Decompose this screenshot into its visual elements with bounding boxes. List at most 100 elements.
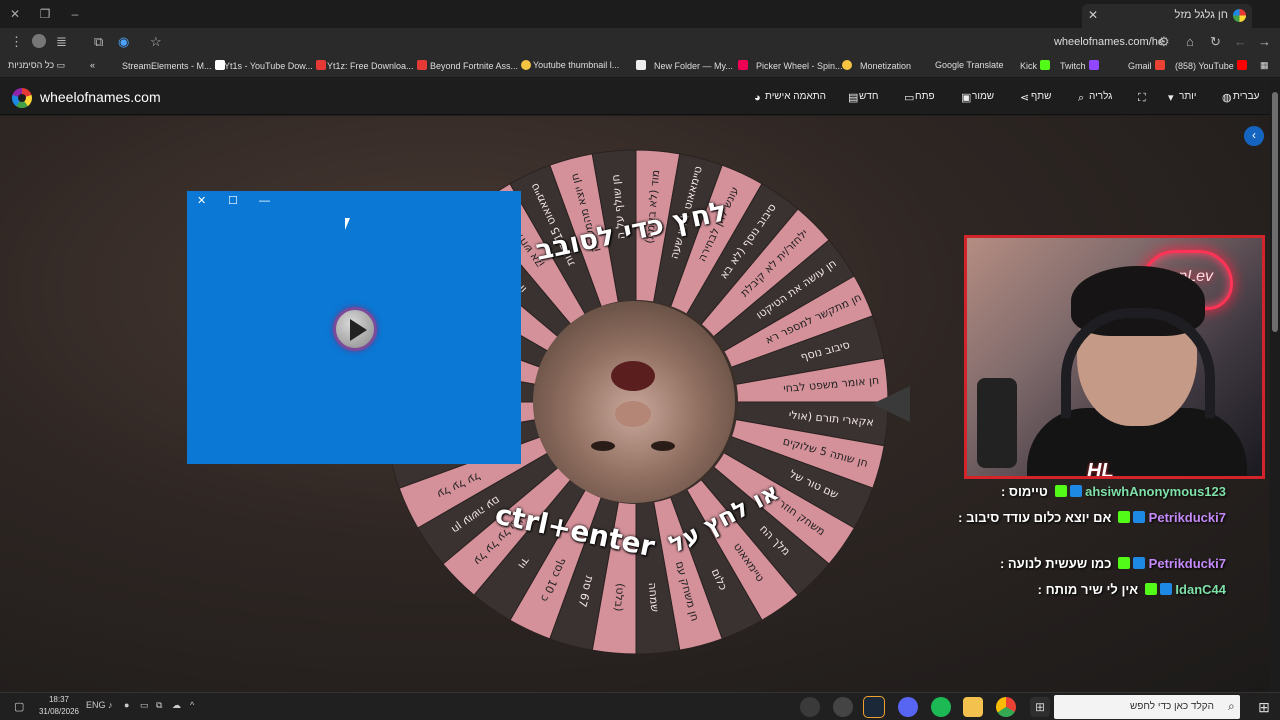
url-field[interactable]: wheelofnames.com/he xyxy=(124,32,1184,52)
nav-open-label: פתח xyxy=(915,91,935,102)
show-hidden-icons[interactable]: ^ xyxy=(190,700,194,710)
bookmark-label: (858) YouTube xyxy=(1175,61,1234,71)
chat-text: אם יוצא כלום עודד סיבוב xyxy=(966,510,1112,525)
chat-text: טיימוס xyxy=(1008,484,1048,499)
bookmark-item[interactable]: StreamElements - M... xyxy=(122,60,225,71)
bookmark-label: Beyond Fortnite Ass... xyxy=(430,61,519,71)
reload-icon[interactable]: ↻ xyxy=(1210,34,1221,50)
bookmark-item[interactable]: Kick xyxy=(1020,60,1051,71)
chat-user: ahsiwhAnonymous123 xyxy=(1085,484,1226,499)
tab-close-icon[interactable]: ✕ xyxy=(1088,4,1098,26)
wheel-center-image[interactable] xyxy=(533,301,735,503)
steam-icon[interactable] xyxy=(863,696,885,718)
nav-new[interactable]: ▤חדש xyxy=(842,91,878,104)
bookmarks-overflow-icon[interactable]: « xyxy=(90,60,95,70)
back-icon[interactable]: → xyxy=(1258,34,1271,50)
nav-share[interactable]: ⋖ שתף xyxy=(1014,91,1051,104)
windows-start-icon[interactable]: ⊞ xyxy=(1254,697,1274,717)
face-eye xyxy=(651,441,675,451)
site-logo[interactable]: wheelofnames.com xyxy=(40,89,161,105)
popup-window[interactable]: ✕ ☐ — xyxy=(187,191,521,464)
popup-maximize-icon[interactable]: ☐ xyxy=(228,195,238,207)
nav-save[interactable]: ▣שמור xyxy=(955,91,994,104)
popup-minimize-icon[interactable]: — xyxy=(259,195,270,207)
tab-title: חן גלגל מזל xyxy=(1174,9,1228,21)
microphone xyxy=(977,378,1017,468)
download-icon xyxy=(315,60,326,70)
kick-icon xyxy=(1144,583,1157,595)
volume-icon[interactable]: ♪ xyxy=(108,700,113,710)
badge-icon xyxy=(1159,583,1172,595)
language-indicator[interactable]: ENG xyxy=(86,700,106,710)
play-icon[interactable] xyxy=(333,307,377,351)
obs-icon[interactable] xyxy=(833,697,853,717)
bookmark-item[interactable]: New Folder — My... xyxy=(636,60,733,71)
window-minimize-icon[interactable]: – xyxy=(66,5,84,23)
profile-avatar-icon[interactable] xyxy=(32,34,46,48)
microphone-icon[interactable]: ● xyxy=(124,700,129,710)
bookmark-item[interactable]: (858) YouTube xyxy=(1175,60,1247,71)
site-header: wheelofnames.com ◕ התאמה אישית ▤חדש ▭פתח … xyxy=(0,80,1280,115)
bookmark-item[interactable]: Gmail xyxy=(1128,60,1165,71)
forward-icon[interactable]: ← xyxy=(1234,34,1247,50)
kick-icon xyxy=(1040,60,1051,70)
task-view-icon[interactable]: ⊞ xyxy=(1030,697,1050,717)
wheel-logo-icon[interactable] xyxy=(12,88,32,108)
bookmark-item[interactable]: Twitch xyxy=(1060,60,1099,71)
bookmark-label: Youtube thumbnail l... xyxy=(533,60,620,70)
bookmark-item[interactable]: Google Translate xyxy=(935,60,1004,70)
window-maximize-icon[interactable]: ❐ xyxy=(36,5,54,23)
browser-tab[interactable]: ✕ חן גלגל מזל xyxy=(1082,4,1252,28)
collapse-panel-button[interactable]: ‹ xyxy=(1244,126,1264,146)
bookmark-item[interactable]: Yt1s - YouTube Dow... xyxy=(224,60,326,71)
nav-share-label: שתף xyxy=(1031,91,1052,102)
nav-customize[interactable]: ◕ התאמה אישית xyxy=(748,91,826,104)
window-close-icon[interactable]: ✕ xyxy=(6,5,24,23)
nav-language[interactable]: ◍עברית xyxy=(1216,91,1259,104)
scrollbar-thumb[interactable] xyxy=(1272,92,1278,332)
nav-open[interactable]: ▭פתח xyxy=(898,91,935,104)
bookmark-label: Monetization xyxy=(860,61,912,71)
chat-user: Petrikducki7 xyxy=(1148,556,1226,571)
notification-icon[interactable]: ▢ xyxy=(14,700,24,713)
badge-icon xyxy=(1133,557,1146,569)
wheel-pointer-icon xyxy=(872,386,910,422)
share-icon: ⋖ xyxy=(1020,92,1030,104)
bookmark-label: Yt1s - YouTube Dow... xyxy=(224,61,313,71)
nav-fullscreen[interactable]: ⛶ xyxy=(1132,91,1149,104)
bookmark-item[interactable]: Monetization xyxy=(842,60,911,71)
all-bookmarks-button[interactable]: כל הסימניות ▭ xyxy=(8,60,65,71)
bookmark-label: StreamElements - M... xyxy=(122,61,212,71)
bookmark-label: Gmail xyxy=(1128,61,1152,71)
clock-date[interactable]: 31/08/2026 xyxy=(36,707,82,716)
site-settings-icon[interactable]: ⚙ xyxy=(1158,34,1170,50)
popup-close-icon[interactable]: ✕ xyxy=(197,195,206,207)
bookmark-item[interactable]: Picker Wheel - Spin... xyxy=(738,60,843,71)
network-icon[interactable]: ▭ xyxy=(140,700,149,711)
nav-save-label: שמור xyxy=(972,91,995,102)
onedrive-icon[interactable]: ☁ xyxy=(172,700,181,711)
nav-new-label: חדש xyxy=(859,91,879,102)
tray-app-icon[interactable]: ⧉ xyxy=(156,700,162,711)
discord-icon[interactable] xyxy=(898,697,918,717)
bookmark-item[interactable]: Youtube thumbnail l... xyxy=(533,60,619,70)
extensions-icon[interactable]: ⧉ xyxy=(94,34,103,50)
badge-icon xyxy=(1069,485,1082,497)
media-player-icon[interactable] xyxy=(800,697,820,717)
all-bookmarks-label: כל הסימניות xyxy=(8,60,55,70)
folder-icon: ▭ xyxy=(56,60,66,70)
menu-dots-icon[interactable]: ⋮ xyxy=(10,34,23,50)
spotify-icon[interactable] xyxy=(931,697,951,717)
bookmark-item[interactable]: Beyond Fortnite Ass... xyxy=(430,60,532,71)
home-icon[interactable]: ⌂ xyxy=(1186,34,1194,50)
bookmarks-grid-icon[interactable]: ▦ xyxy=(1260,60,1269,71)
tab-search-icon[interactable]: ≣ xyxy=(56,34,67,50)
nav-more[interactable]: ▾ יותר xyxy=(1162,91,1196,104)
kick-icon xyxy=(1118,511,1131,523)
bookmark-item[interactable]: Yt1z: Free Downloa... xyxy=(327,60,427,71)
taskbar-search-box[interactable]: הקלד כאן כדי לחפש xyxy=(1054,695,1240,719)
clock-time[interactable]: 18:37 xyxy=(40,695,78,704)
file-explorer-icon[interactable] xyxy=(963,697,983,717)
nav-gallery[interactable]: ⌕ גלריה xyxy=(1072,91,1112,104)
chrome-icon[interactable] xyxy=(996,697,1016,717)
